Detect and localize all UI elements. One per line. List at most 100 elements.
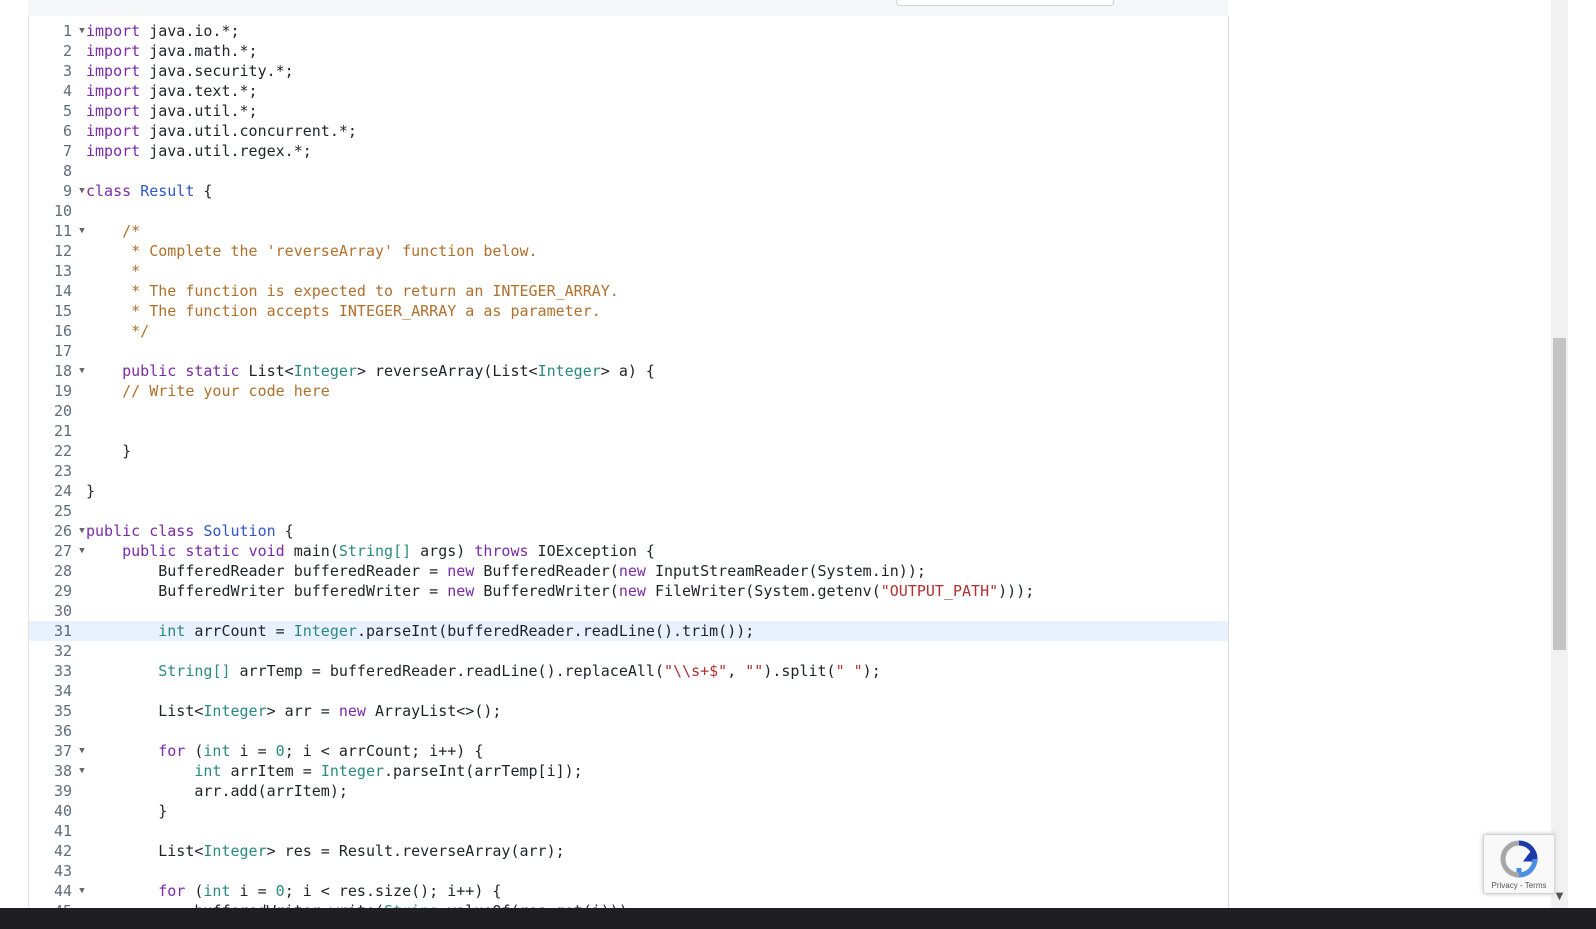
code-line[interactable]: 39 arr.add(arrItem); [29, 781, 1228, 801]
code-line[interactable]: 24} [29, 481, 1228, 501]
code-line[interactable]: 22 } [29, 441, 1228, 461]
code-line[interactable]: 16 */ [29, 321, 1228, 341]
code-token: static [185, 542, 240, 560]
scroll-down-icon[interactable]: ▼ [1553, 891, 1566, 902]
code-token: > a) { [600, 362, 655, 380]
privacy-link[interactable]: Privacy [1492, 881, 1518, 890]
code-line[interactable]: 11 ▼ /* [29, 221, 1228, 241]
line-number: 2 [62, 42, 72, 60]
code-token: } [86, 802, 168, 820]
code-line[interactable]: 26 ▼ public class Solution { [29, 521, 1228, 541]
code-line[interactable]: 6 import java.util.concurrent.*; [29, 121, 1228, 141]
scrollbar-thumb[interactable] [1553, 338, 1566, 650]
code-token: ( [185, 882, 204, 900]
code-line[interactable]: 14 * The function is expected to return … [29, 281, 1228, 301]
code-line[interactable]: 25 [29, 501, 1228, 521]
recaptcha-links: Privacy - Terms [1484, 881, 1554, 890]
code-line[interactable]: 33 String[] arrTemp = bufferedReader.rea… [29, 661, 1228, 681]
code-token: throws [474, 542, 529, 560]
code-line[interactable]: 12 * Complete the 'reverseArray' functio… [29, 241, 1228, 261]
line-number: 23 [53, 462, 72, 480]
code-token: Result [140, 182, 195, 200]
code-line[interactable]: 28 BufferedReader bufferedReader = new B… [29, 561, 1228, 581]
code-token: java.io.*; [140, 22, 240, 40]
code-line[interactable]: 20 [29, 401, 1228, 421]
language-select[interactable] [896, 0, 1114, 6]
code-token: public [86, 522, 141, 540]
recaptcha-badge[interactable]: Privacy - Terms [1483, 834, 1554, 894]
code-line[interactable]: 15 * The function accepts INTEGER_ARRAY … [29, 301, 1228, 321]
link-separator: - [1517, 881, 1525, 890]
code-line[interactable]: 4 import java.text.*; [29, 81, 1228, 101]
code-token: i = [230, 882, 276, 900]
code-line[interactable]: 41 [29, 821, 1228, 841]
code-text: public class Solution { [86, 521, 294, 541]
code-token: java.util.regex.*; [140, 142, 312, 160]
code-token: import [86, 22, 141, 40]
code-token: [] [393, 542, 412, 560]
code-line[interactable]: 8 [29, 161, 1228, 181]
code-line[interactable]: 10 [29, 201, 1228, 221]
code-line[interactable]: 23 [29, 461, 1228, 481]
code-line[interactable]: 35 List<Integer> arr = new ArrayList<>()… [29, 701, 1228, 721]
code-line[interactable]: 7 import java.util.regex.*; [29, 141, 1228, 161]
code-token: * Complete the 'reverseArray' function b… [86, 242, 538, 260]
code-line[interactable]: 44 ▼ for (int i = 0; i < res.size(); i++)… [29, 881, 1228, 901]
line-number: 25 [53, 502, 72, 520]
code-line[interactable]: 18 ▼ public static List<Integer> reverseA… [29, 361, 1228, 381]
code-token: > res = Result.reverseArray(arr); [266, 842, 565, 860]
code-token: "" [745, 662, 764, 680]
code-line[interactable]: 29 BufferedWriter bufferedWriter = new B… [29, 581, 1228, 601]
code-line[interactable]: 30 [29, 601, 1228, 621]
code-line[interactable]: 17 [29, 341, 1228, 361]
code-token: i = [230, 742, 276, 760]
line-number: 5 [62, 102, 72, 120]
code-token: String [338, 542, 394, 560]
code-line[interactable]: 27 ▼ public static void main(String[] arg… [29, 541, 1228, 561]
code-token: Integer [537, 362, 601, 380]
code-line[interactable]: 2 import java.math.*; [29, 41, 1228, 61]
code-token: class [149, 522, 195, 540]
code-text: * The function is expected to return an … [86, 281, 619, 301]
code-line[interactable]: 42 List<Integer> res = Result.reverseArr… [29, 841, 1228, 861]
code-token: { [275, 522, 294, 540]
code-line[interactable]: 37 ▼ for (int i = 0; i < arrCount; i++) { [29, 741, 1228, 761]
code-lines: 1 ▼ import java.io.*; 2 import java.math.*; 3… [29, 21, 1228, 913]
code-line[interactable]: 3 import java.security.*; [29, 61, 1228, 81]
code-text: import java.util.concurrent.*; [86, 121, 357, 141]
code-line[interactable]: 40 } [29, 801, 1228, 821]
code-token: Integer [293, 362, 357, 380]
code-line[interactable]: 13 * [29, 261, 1228, 281]
code-line[interactable]: 32 [29, 641, 1228, 661]
code-token: import [86, 42, 141, 60]
code-line[interactable]: 34 [29, 681, 1228, 701]
code-line[interactable]: 19 // Write your code here [29, 381, 1228, 401]
code-line[interactable]: 36 [29, 721, 1228, 741]
code-line[interactable]: 38 ▼ int arrItem = Integer.parseInt(arrTe… [29, 761, 1228, 781]
code-text: int arrItem = Integer.parseInt(arrTemp[i… [86, 761, 582, 781]
code-editor[interactable]: 1 ▼ import java.io.*; 2 import java.math.*; 3… [28, 16, 1229, 913]
line-number: 6 [62, 122, 72, 140]
code-line[interactable]: 1 ▼ import java.io.*; [29, 21, 1228, 41]
code-token: static [185, 362, 240, 380]
code-line[interactable]: 21 [29, 421, 1228, 441]
code-token: IOException { [528, 542, 655, 560]
terms-link[interactable]: Terms [1525, 881, 1547, 890]
code-token: } [86, 482, 96, 500]
line-number: 32 [53, 642, 72, 660]
code-line[interactable]: 43 [29, 861, 1228, 881]
code-line[interactable]: 5 import java.util.*; [29, 101, 1228, 121]
code-token: Integer [203, 702, 267, 720]
code-token: new [447, 582, 475, 600]
code-line[interactable]: 9 ▼ class Result { [29, 181, 1228, 201]
code-text: // Write your code here [86, 381, 330, 401]
code-token: int [194, 762, 222, 780]
line-number: 19 [53, 382, 72, 400]
code-token: Integer [203, 842, 267, 860]
line-number: 28 [53, 562, 72, 580]
code-token: // Write your code here [86, 382, 330, 400]
line-number: 22 [53, 442, 72, 460]
code-line[interactable]: 31 int arrCount = Integer.parseInt(buffe… [29, 621, 1228, 641]
